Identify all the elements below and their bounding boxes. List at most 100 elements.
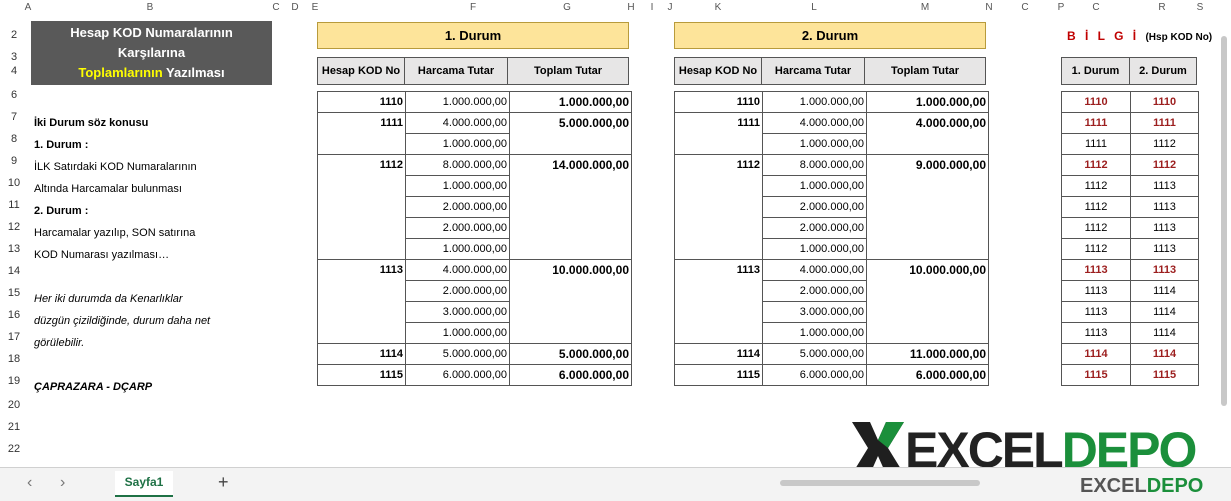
durum1-spend-cell[interactable]: 4.000.000,00 [405, 112, 510, 134]
note-line[interactable]: İki Durum söz konusu [34, 117, 148, 129]
durum2-header-total[interactable]: Toplam Tutar [864, 57, 986, 85]
column-letter[interactable]: H [627, 2, 634, 13]
durum1-spend-cell[interactable]: 1.000.000,00 [405, 133, 510, 155]
row-number[interactable]: 22 [4, 443, 24, 455]
durum1-spend-cell[interactable]: 2.000.000,00 [405, 196, 510, 218]
bilgi-durum2-cell[interactable]: 1110 [1130, 91, 1199, 113]
durum1-spend-cell[interactable]: 1.000.000,00 [405, 91, 510, 113]
durum1-spend-cell[interactable]: 1.000.000,00 [405, 322, 510, 344]
horizontal-scroll-thumb[interactable] [780, 480, 980, 486]
bilgi-durum1-cell[interactable]: 1112 [1061, 175, 1131, 197]
durum2-spend-cell[interactable]: 4.000.000,00 [762, 112, 867, 134]
bilgi-title[interactable]: B İ L G İ (Hsp KOD No) [1067, 29, 1212, 43]
row-number[interactable]: 16 [4, 309, 24, 321]
row-number[interactable]: 3 [4, 51, 24, 63]
row-number[interactable]: 13 [4, 243, 24, 255]
durum2-spend-cell[interactable]: 1.000.000,00 [762, 238, 867, 260]
durum2-banner[interactable]: 2. Durum [674, 22, 986, 49]
durum2-total-cell[interactable] [866, 133, 989, 155]
durum2-header-code[interactable]: Hesap KOD No [674, 57, 762, 85]
durum2-spend-cell[interactable]: 2.000.000,00 [762, 217, 867, 239]
bilgi-durum1-cell[interactable]: 1112 [1061, 154, 1131, 176]
durum2-total-cell[interactable]: 11.000.000,00 [866, 343, 989, 365]
durum2-code-cell[interactable]: 1111 [674, 112, 763, 134]
durum1-code-cell[interactable] [317, 238, 406, 260]
bilgi-durum1-cell[interactable]: 1114 [1061, 343, 1131, 365]
durum1-total-cell[interactable] [509, 175, 632, 197]
durum1-header-total[interactable]: Toplam Tutar [507, 57, 629, 85]
column-letter[interactable]: C [1092, 2, 1099, 13]
vertical-scrollbar[interactable] [1219, 18, 1229, 466]
durum1-spend-cell[interactable]: 4.000.000,00 [405, 259, 510, 281]
durum2-code-cell[interactable] [674, 133, 763, 155]
durum2-spend-cell[interactable]: 2.000.000,00 [762, 196, 867, 218]
durum1-spend-cell[interactable]: 2.000.000,00 [405, 280, 510, 302]
durum2-total-cell[interactable]: 6.000.000,00 [866, 364, 989, 386]
durum2-code-cell[interactable] [674, 280, 763, 302]
durum1-total-cell[interactable]: 5.000.000,00 [509, 112, 632, 134]
durum1-code-cell[interactable]: 1113 [317, 259, 406, 281]
note-line[interactable]: Altında Harcamalar bulunması [34, 183, 182, 195]
bilgi-durum2-cell[interactable]: 1114 [1130, 343, 1199, 365]
durum2-header-spend[interactable]: Harcama Tutar [761, 57, 865, 85]
note-line[interactable]: Her iki durumda da Kenarlıklar [34, 293, 183, 305]
durum2-total-cell[interactable] [866, 217, 989, 239]
durum1-spend-cell[interactable]: 1.000.000,00 [405, 175, 510, 197]
row-number[interactable]: 12 [4, 221, 24, 233]
durum2-code-cell[interactable] [674, 238, 763, 260]
bilgi-durum1-cell[interactable]: 1113 [1061, 301, 1131, 323]
bilgi-durum2-cell[interactable]: 1113 [1130, 196, 1199, 218]
row-number[interactable]: 21 [4, 421, 24, 433]
durum1-spend-cell[interactable]: 6.000.000,00 [405, 364, 510, 386]
row-number[interactable]: 18 [4, 353, 24, 365]
bilgi-durum2-cell[interactable]: 1115 [1130, 364, 1199, 386]
durum1-total-cell[interactable]: 6.000.000,00 [509, 364, 632, 386]
durum2-total-cell[interactable]: 1.000.000,00 [866, 91, 989, 113]
note-line[interactable]: 2. Durum : [34, 205, 88, 217]
durum1-spend-cell[interactable]: 3.000.000,00 [405, 301, 510, 323]
bilgi-durum1-cell[interactable]: 1113 [1061, 280, 1131, 302]
durum2-total-cell[interactable] [866, 280, 989, 302]
durum1-banner[interactable]: 1. Durum [317, 22, 629, 49]
durum2-spend-cell[interactable]: 1.000.000,00 [762, 133, 867, 155]
note-line[interactable]: KOD Numarası yazılması… [34, 249, 169, 261]
durum1-code-cell[interactable] [317, 133, 406, 155]
durum1-total-cell[interactable] [509, 238, 632, 260]
durum2-total-cell[interactable]: 9.000.000,00 [866, 154, 989, 176]
next-sheet-icon[interactable]: › [60, 474, 65, 492]
vertical-scroll-thumb[interactable] [1221, 36, 1227, 406]
durum2-total-cell[interactable] [866, 238, 989, 260]
column-letter[interactable]: E [312, 2, 319, 13]
bilgi-durum1-cell[interactable]: 1110 [1061, 91, 1131, 113]
column-letter[interactable]: F [470, 2, 476, 13]
durum2-code-cell[interactable] [674, 301, 763, 323]
note-line[interactable]: görülebilir. [34, 337, 84, 349]
durum2-spend-cell[interactable]: 4.000.000,00 [762, 259, 867, 281]
bilgi-durum2-cell[interactable]: 1113 [1130, 259, 1199, 281]
durum1-code-cell[interactable] [317, 301, 406, 323]
column-letter[interactable]: B [147, 2, 154, 13]
durum2-total-cell[interactable] [866, 175, 989, 197]
durum1-code-cell[interactable]: 1111 [317, 112, 406, 134]
durum2-total-cell[interactable] [866, 196, 989, 218]
row-number[interactable]: 9 [4, 155, 24, 167]
prev-sheet-icon[interactable]: ‹ [27, 474, 32, 492]
row-number[interactable]: 14 [4, 265, 24, 277]
row-number[interactable]: 19 [4, 375, 24, 387]
note-line[interactable]: 1. Durum : [34, 139, 88, 151]
column-letter[interactable]: A [25, 2, 32, 13]
durum1-total-cell[interactable]: 10.000.000,00 [509, 259, 632, 281]
durum2-total-cell[interactable]: 4.000.000,00 [866, 112, 989, 134]
bilgi-durum2-cell[interactable]: 1113 [1130, 238, 1199, 260]
row-number[interactable]: 7 [4, 111, 24, 123]
durum2-code-cell[interactable]: 1112 [674, 154, 763, 176]
durum1-code-cell[interactable] [317, 175, 406, 197]
column-letter[interactable]: M [921, 2, 929, 13]
durum2-code-cell[interactable] [674, 196, 763, 218]
durum1-spend-cell[interactable]: 1.000.000,00 [405, 238, 510, 260]
durum2-spend-cell[interactable]: 5.000.000,00 [762, 343, 867, 365]
durum1-total-cell[interactable]: 5.000.000,00 [509, 343, 632, 365]
durum1-code-cell[interactable]: 1114 [317, 343, 406, 365]
durum1-header-code[interactable]: Hesap KOD No [317, 57, 405, 85]
column-letter[interactable]: D [291, 2, 298, 13]
